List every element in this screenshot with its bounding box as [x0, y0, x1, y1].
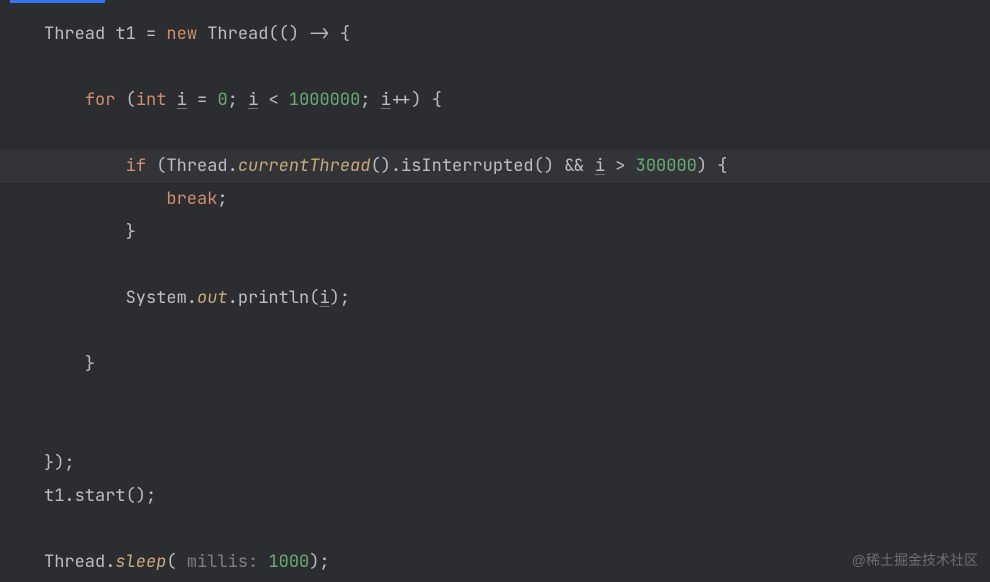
keyword-int: int [136, 89, 167, 111]
number: 300000 [636, 155, 697, 177]
variable: i [319, 287, 329, 309]
variable: t1 [115, 23, 135, 45]
number: 0 [217, 89, 227, 111]
static-field: out [197, 287, 228, 309]
keyword-break: break [166, 188, 217, 210]
code-editor[interactable]: Thread t1 = new Thread(() -> { for (int … [0, 0, 990, 579]
code-line: for (int i = 0; i < 1000000; i++) { [44, 84, 990, 117]
code-line [44, 513, 990, 546]
code-line: Thread.sleep( millis: 1000); [44, 546, 990, 579]
number: 1000000 [289, 89, 360, 111]
code-line: }); [44, 447, 990, 480]
code-line-highlighted: if (Thread.currentThread().isInterrupted… [0, 150, 990, 183]
type-name: Thread [44, 23, 105, 45]
code-line: Thread t1 = new Thread(() -> { [44, 18, 990, 51]
code-line: } [44, 348, 990, 381]
keyword-if: if [126, 155, 146, 177]
keyword-for: for [85, 89, 116, 111]
parameter-hint: millis: [187, 551, 269, 573]
variable: i [595, 155, 605, 177]
code-line [44, 315, 990, 348]
code-line: t1.start(); [44, 480, 990, 513]
variable: i [381, 89, 391, 111]
static-method: currentThread [238, 155, 371, 177]
code-line [44, 117, 990, 150]
code-line [44, 381, 990, 414]
watermark: @稀土掘金技术社区 [852, 547, 978, 574]
keyword-new: new [166, 23, 197, 45]
variable: i [248, 89, 258, 111]
code-line: break; [44, 183, 990, 216]
code-line: System.out.println(i); [44, 282, 990, 315]
static-method: sleep [115, 551, 166, 573]
code-line: } [44, 216, 990, 249]
code-line [44, 249, 990, 282]
tab-indicator [10, 0, 105, 3]
variable: i [177, 89, 187, 111]
number: 1000 [268, 551, 309, 573]
code-line [44, 51, 990, 84]
code-line [44, 414, 990, 447]
